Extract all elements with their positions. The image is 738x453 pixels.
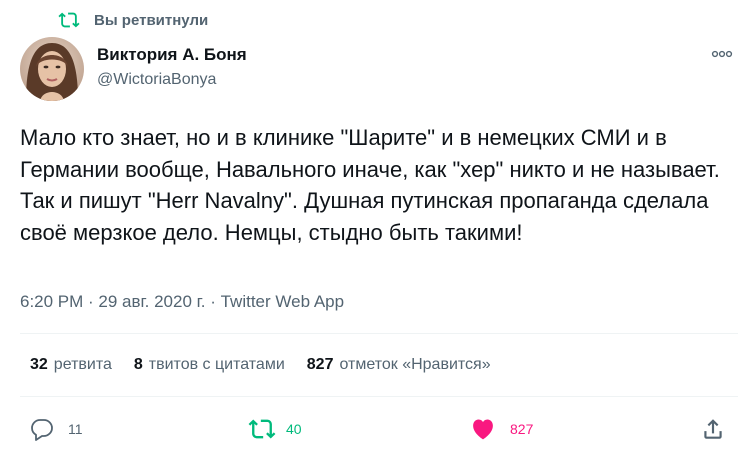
retweets-label: ретвита — [53, 356, 112, 373]
reply-count: 11 — [68, 421, 83, 437]
heart-icon — [473, 419, 493, 440]
more-options-button[interactable] — [711, 47, 733, 61]
share-icon — [704, 419, 722, 439]
like-button[interactable]: 827 — [470, 412, 533, 446]
quotes-label: твитов с цитатами — [148, 356, 285, 373]
tweet-stats: 32 ретвита 8 твитов с цитатами 827 отмет… — [30, 356, 513, 374]
retweet-context-label: Вы ретвитнули — [94, 11, 209, 29]
retweets-count: 32 — [30, 356, 48, 373]
divider — [20, 333, 738, 334]
reply-icon — [31, 419, 53, 441]
quotes-count: 8 — [133, 356, 143, 373]
retweets-stat[interactable]: 32 ретвита — [30, 356, 112, 374]
action-bar: 11 40 827 — [0, 412, 738, 446]
retweet-context: Вы ретвитнули — [58, 8, 208, 32]
author-handle[interactable]: @WictoriaBonya — [97, 71, 216, 89]
quotes-stat[interactable]: 8 твитов с цитатами — [134, 356, 285, 374]
retweet-icon — [58, 9, 80, 31]
likes-stat[interactable]: 827 отметок «Нравится» — [307, 356, 491, 374]
divider — [20, 396, 738, 397]
likes-count: 827 — [306, 356, 334, 373]
like-count: 827 — [510, 421, 534, 437]
retweet-button[interactable]: 40 — [248, 412, 302, 446]
tweet-timestamp[interactable]: 6:20 PM · 29 авг. 2020 г. · Twitter Web … — [20, 292, 344, 312]
share-button[interactable] — [700, 412, 726, 446]
retweet-count: 40 — [286, 421, 302, 437]
likes-label: отметок «Нравится» — [339, 356, 491, 373]
reply-button[interactable]: 11 — [30, 412, 83, 446]
more-dots-icon — [711, 50, 733, 58]
author-name[interactable]: Виктория А. Боня — [97, 45, 247, 65]
avatar[interactable] — [20, 37, 84, 101]
tweet-text: Мало кто знает, но и в клинике "Шарите" … — [20, 125, 720, 245]
retweet-icon — [248, 419, 276, 439]
